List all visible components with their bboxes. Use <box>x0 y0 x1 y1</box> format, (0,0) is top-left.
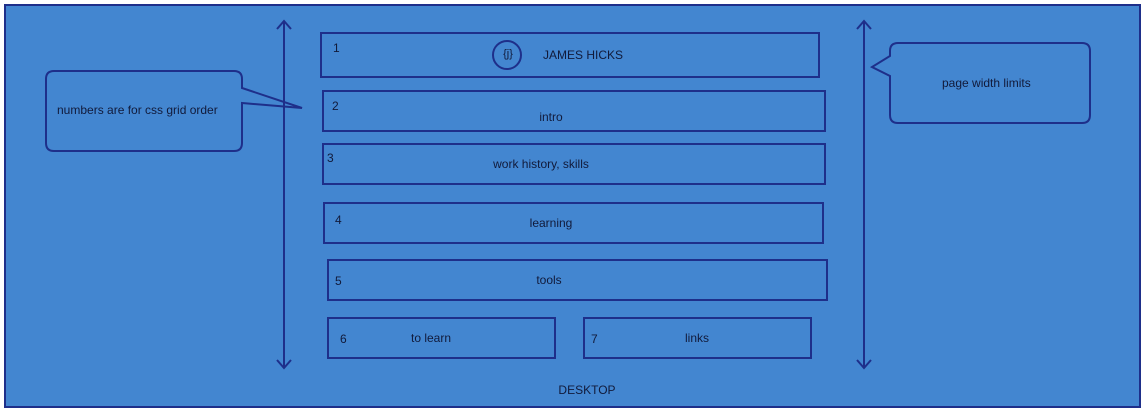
box-label: JAMES HICKS <box>542 48 624 62</box>
box-number: 1 <box>333 41 340 55</box>
box-number: 3 <box>327 151 334 165</box>
box-label: links <box>684 331 710 345</box>
grid-box-2: 2 <box>322 90 826 132</box>
box-number: 6 <box>340 332 347 346</box>
logo-icon: {j} <box>503 48 513 60</box>
box-label: work history, skills <box>493 157 589 171</box>
box-label: to learn <box>410 331 452 345</box>
left-callout-text: numbers are for css grid order <box>57 103 218 117</box>
grid-box-5: 5 <box>327 259 828 301</box>
box-label: tools <box>536 273 562 287</box>
box-label: intro <box>539 110 563 124</box>
box-label: learning <box>529 216 573 230</box>
box-number: 7 <box>591 332 598 346</box>
box-number: 4 <box>335 213 342 227</box>
box-number: 5 <box>335 274 342 288</box>
grid-box-4: 4 <box>323 202 824 244</box>
footer-label: DESKTOP <box>558 383 616 397</box>
right-callout-text: page width limits <box>942 76 1031 90</box>
box-number: 2 <box>332 99 339 113</box>
